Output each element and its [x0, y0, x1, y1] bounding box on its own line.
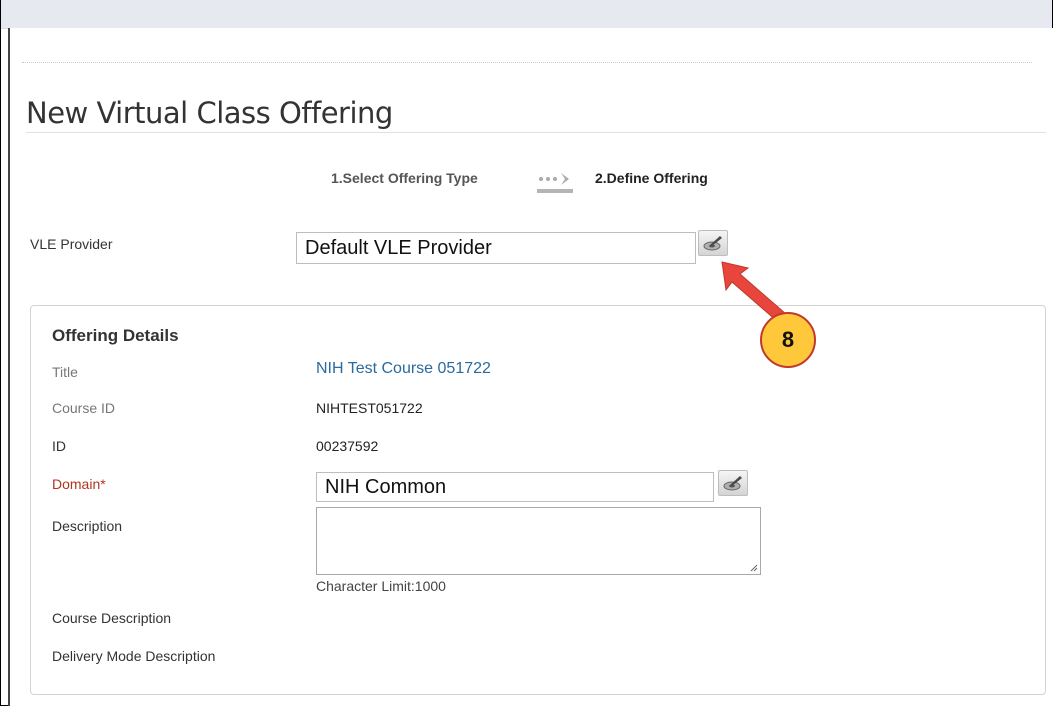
delivery-mode-description-label: Delivery Mode Description [52, 648, 216, 664]
description-textarea[interactable] [316, 507, 761, 575]
character-limit-note: Character Limit:1000 [316, 578, 446, 594]
page-title: New Virtual Class Offering [26, 96, 393, 130]
offering-details-heading: Offering Details [52, 326, 179, 345]
id-label: ID [52, 438, 66, 454]
step-arrow-icon [537, 173, 573, 193]
top-bar [1, 0, 1052, 29]
dotted-divider [22, 62, 1032, 63]
domain-edit-button[interactable] [718, 470, 748, 496]
title-label: Title [52, 364, 78, 380]
domain-input[interactable] [316, 472, 714, 502]
title-divider [26, 132, 1046, 133]
id-value: 00237592 [316, 438, 379, 454]
description-label: Description [52, 518, 123, 534]
course-id-value: NIHTEST051722 [316, 400, 423, 416]
vle-provider-label: VLE Provider [30, 236, 113, 252]
annotation-badge: 8 [760, 312, 816, 368]
vle-provider-input[interactable] [296, 232, 696, 264]
course-description-label: Course Description [52, 610, 172, 626]
domain-label: Domain* [52, 476, 106, 492]
wizard-step-select-type[interactable]: 1.Select Offering Type [331, 170, 478, 186]
title-value-link[interactable]: NIH Test Course 051722 [316, 360, 491, 378]
edit-pencil-icon [723, 476, 742, 491]
wizard-step-define-offering: 2.Define Offering [595, 170, 708, 186]
course-id-label: Course ID [52, 400, 116, 416]
resize-handle-icon[interactable] [750, 564, 758, 572]
